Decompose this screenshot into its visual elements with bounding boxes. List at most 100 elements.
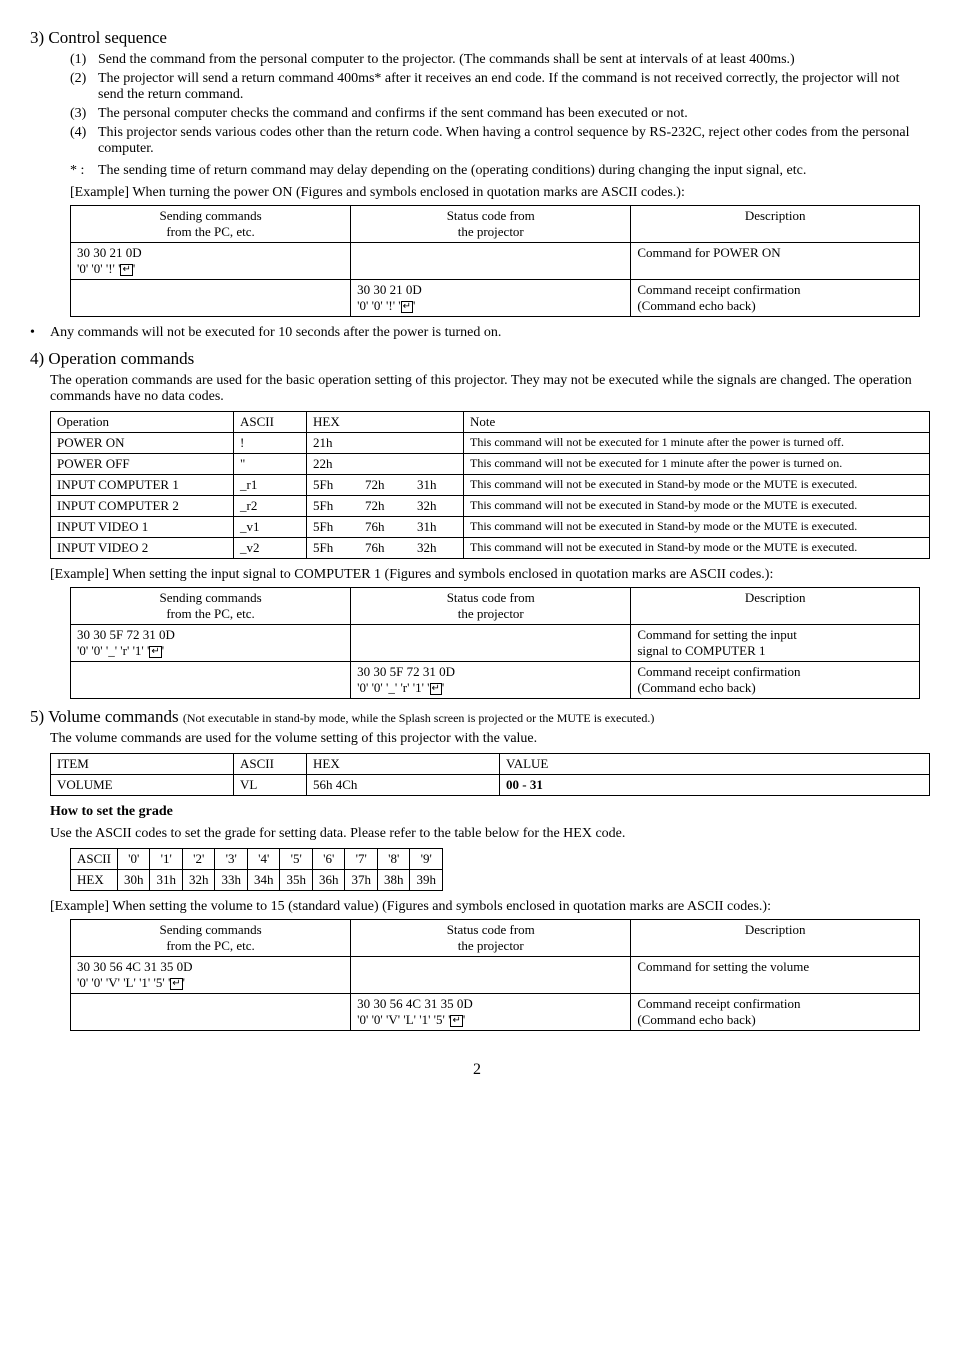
th: Status code fromthe projector: [351, 920, 631, 957]
cell: VOLUME: [51, 775, 234, 796]
cell: ASCII: [71, 849, 118, 870]
cell: '1': [150, 849, 183, 870]
cell: 30 30 21 0D'0' '0' '!' '↵': [351, 280, 631, 317]
th: ASCII: [234, 412, 307, 433]
cell: 00 - 31: [500, 775, 930, 796]
cell: 31h: [411, 475, 464, 496]
cell: VL: [234, 775, 307, 796]
section5-heading: 5) Volume commands (Not executable in st…: [30, 707, 924, 727]
cell: 30 30 5F 72 31 0D'0' '0' '_' 'r' '1' '↵': [71, 625, 351, 662]
section3-table: Sending commandsfrom the PC, etc. Status…: [70, 205, 920, 317]
cell: 32h: [411, 538, 464, 559]
th: Operation: [51, 412, 234, 433]
cell: 5Fh: [307, 517, 360, 538]
th: Sending commandsfrom the PC, etc.: [71, 588, 351, 625]
section5-body: The volume commands are used for the vol…: [50, 731, 924, 747]
section3-list: (1)Send the command from the personal co…: [70, 52, 924, 157]
th: HEX: [307, 754, 500, 775]
operations-table: Operation ASCII HEX Note POWER ON!21hThi…: [50, 411, 930, 559]
cell: 37h: [345, 870, 378, 891]
th: Sending commandsfrom the PC, etc.: [159, 208, 261, 239]
page-number: 2: [30, 1061, 924, 1079]
enter-icon: ↵: [149, 646, 161, 658]
list-text: The projector will send a return command…: [98, 71, 924, 103]
bullet-text: Any commands will not be executed for 10…: [50, 325, 501, 341]
cell: [351, 243, 631, 280]
cell: _v1: [234, 517, 307, 538]
cell: [351, 625, 631, 662]
list-num: (1): [70, 52, 98, 68]
cell: Command receipt confirmation(Command ech…: [631, 994, 920, 1031]
enter-icon: ↵: [450, 1015, 462, 1027]
cell: '4': [247, 849, 280, 870]
enter-icon: ↵: [401, 301, 413, 313]
cell: Command for setting the volume: [631, 957, 920, 994]
cell: 30h: [117, 870, 150, 891]
bullet-note: • Any commands will not be executed for …: [30, 325, 924, 341]
cell: 31h: [411, 517, 464, 538]
cell: [351, 957, 631, 994]
cell: 5Fh: [307, 496, 360, 517]
section3-heading: 3) Control sequence: [30, 28, 924, 48]
cell: [71, 994, 351, 1031]
cell: Command for setting the inputsignal to C…: [631, 625, 920, 662]
cell: 5Fh: [307, 538, 360, 559]
cell: INPUT VIDEO 1: [51, 517, 234, 538]
cell: 34h: [247, 870, 280, 891]
grade-body: Use the ASCII codes to set the grade for…: [50, 826, 924, 842]
cell: _v2: [234, 538, 307, 559]
cell: This command will not be executed in Sta…: [464, 475, 930, 496]
cell: Command receipt confirmation(Command ech…: [631, 662, 920, 699]
bullet-dot: •: [30, 325, 50, 341]
cell: 30 30 56 4C 31 35 0D'0' '0' 'V' 'L' '1' …: [71, 957, 351, 994]
th: VALUE: [500, 754, 930, 775]
cell: ": [234, 454, 307, 475]
cell: '6': [312, 849, 345, 870]
cell: 72h: [359, 496, 411, 517]
th: HEX: [307, 412, 464, 433]
cell: This command will not be executed in Sta…: [464, 517, 930, 538]
cell: '0': [117, 849, 150, 870]
cell: '3': [215, 849, 248, 870]
cell: '2': [182, 849, 215, 870]
cell: HEX: [71, 870, 118, 891]
th: ASCII: [234, 754, 307, 775]
example-label: [Example] When setting the volume to 15 …: [50, 899, 924, 915]
volume-table: ITEM ASCII HEX VALUE VOLUME VL 56h 4Ch 0…: [50, 753, 930, 796]
cell: Command for POWER ON: [631, 243, 920, 280]
section4-example-table: Sending commandsfrom the PC, etc. Status…: [70, 587, 920, 699]
star-label: * :: [70, 163, 98, 179]
cell: 32h: [411, 496, 464, 517]
cell: 21h: [307, 433, 464, 454]
list-num: (2): [70, 71, 98, 103]
th: Note: [464, 412, 930, 433]
cell: 30 30 21 0D'0' '0' '!' '↵': [71, 243, 351, 280]
section4-heading: 4) Operation commands: [30, 349, 924, 369]
list-text: The personal computer checks the command…: [98, 106, 688, 122]
th: Description: [631, 588, 920, 625]
cell: 76h: [359, 517, 411, 538]
th: Status code fromthe projector: [351, 588, 631, 625]
cell: 72h: [359, 475, 411, 496]
cell: '8': [377, 849, 410, 870]
enter-icon: ↵: [430, 683, 442, 695]
cell: 30 30 5F 72 31 0D'0' '0' '_' 'r' '1' '↵': [351, 662, 631, 699]
cell: 56h 4Ch: [307, 775, 500, 796]
cell: _r1: [234, 475, 307, 496]
cell: !: [234, 433, 307, 454]
cell: 30 30 56 4C 31 35 0D'0' '0' 'V' 'L' '1' …: [351, 994, 631, 1031]
cell: 35h: [280, 870, 313, 891]
heading-note: (Not executable in stand-by mode, while …: [183, 711, 655, 725]
cell: 5Fh: [307, 475, 360, 496]
cell: '9': [410, 849, 443, 870]
cell: 36h: [312, 870, 345, 891]
cell: [71, 662, 351, 699]
cell: This command will not be executed in Sta…: [464, 538, 930, 559]
enter-icon: ↵: [120, 264, 132, 276]
cell: 22h: [307, 454, 464, 475]
cell: 33h: [215, 870, 248, 891]
cell: POWER ON: [51, 433, 234, 454]
cell: [71, 280, 351, 317]
th: Description: [745, 208, 806, 223]
cell: INPUT COMPUTER 2: [51, 496, 234, 517]
